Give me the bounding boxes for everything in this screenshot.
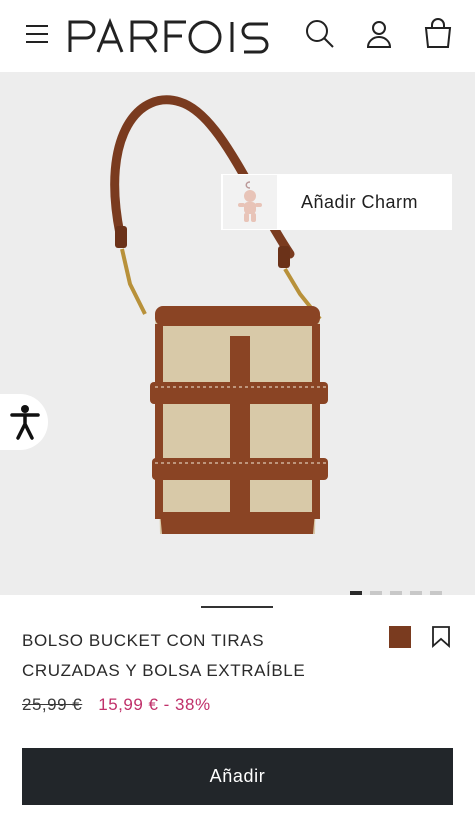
original-price: 25,99 € <box>22 695 83 714</box>
menu-icon[interactable] <box>26 24 48 44</box>
price-row: 25,99 € 15,99 € - 38% <box>22 695 211 715</box>
product-title: BOLSO BUCKET CON TIRAS CRUZADAS Y BOLSA … <box>22 631 306 680</box>
accessibility-icon <box>10 405 40 440</box>
carousel-dot[interactable] <box>350 591 362 595</box>
carousel-dot[interactable] <box>430 591 442 595</box>
carousel-dot[interactable] <box>370 591 382 595</box>
add-charm-label: Añadir Charm <box>301 191 419 212</box>
search-icon[interactable] <box>303 18 335 50</box>
brand-logo[interactable] <box>68 16 272 56</box>
product-image <box>110 95 328 534</box>
sale-price: 15,99 € - 38% <box>98 695 211 714</box>
bookmark-icon[interactable] <box>431 626 451 648</box>
color-swatch[interactable] <box>389 626 411 648</box>
charm-thumbnail <box>223 175 277 229</box>
user-icon[interactable] <box>363 18 395 50</box>
carousel-dot[interactable] <box>390 591 402 595</box>
carousel-dot[interactable] <box>410 591 422 595</box>
sheet-drag-handle[interactable] <box>201 606 273 608</box>
add-to-cart-button[interactable]: Añadir <box>22 748 453 805</box>
carousel-indicators <box>350 591 442 595</box>
charm-icon <box>238 181 262 222</box>
bag-icon[interactable] <box>422 18 454 50</box>
top-header <box>0 0 475 72</box>
add-charm-button[interactable]: Añadir Charm <box>221 174 452 230</box>
accessibility-button[interactable] <box>0 394 48 450</box>
product-image-carousel[interactable]: Añadir Charm <box>0 72 475 595</box>
